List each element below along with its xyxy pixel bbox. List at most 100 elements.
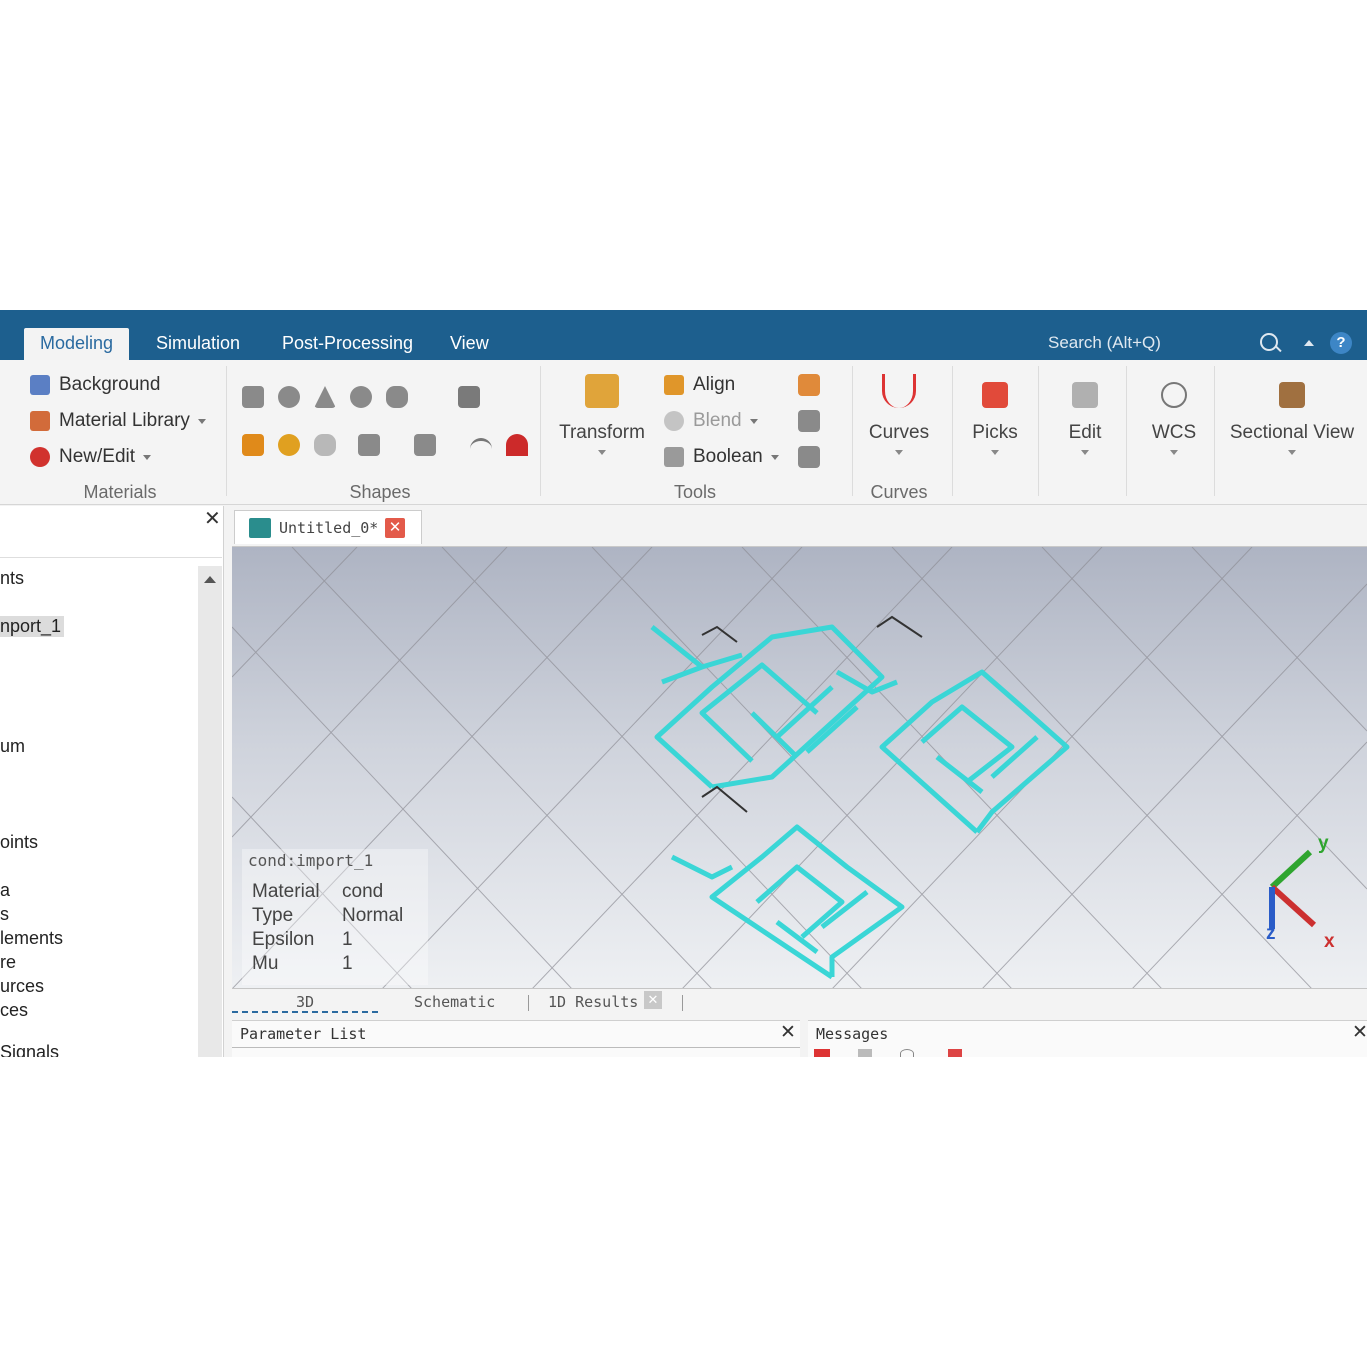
face-icon[interactable] (414, 434, 436, 456)
tab-post-processing[interactable]: Post-Processing (282, 328, 413, 360)
torus-icon[interactable] (350, 386, 372, 408)
tab-modeling[interactable]: Modeling (24, 328, 130, 360)
chevron-down-icon (991, 450, 999, 455)
cst-studio-window: Modeling Simulation Post-Processing View… (0, 310, 1367, 1057)
scroll-up-icon[interactable] (204, 576, 216, 583)
cylinder-icon[interactable] (386, 386, 408, 408)
view-tabs: 3D Schematic 1D Results ✕ (232, 988, 1367, 1016)
help-icon[interactable]: ? (1330, 332, 1352, 354)
loft-icon[interactable] (314, 434, 336, 456)
blend-button[interactable]: Blend (664, 410, 758, 432)
chevron-down-icon (770, 454, 779, 460)
close-1d-results-icon[interactable]: ✕ (644, 991, 662, 1009)
tree-item-components[interactable]: nts (0, 568, 24, 589)
tree-item-elements[interactable]: lements (0, 928, 63, 949)
boolean-button[interactable]: Boolean (664, 446, 779, 468)
group-label-tools: Tools (673, 482, 717, 502)
transform-button[interactable]: Transform (554, 374, 650, 455)
cone-icon[interactable] (314, 386, 336, 408)
axes-gizmo (1269, 849, 1317, 929)
tree-item-signals[interactable]: Signals (0, 1042, 59, 1057)
tree-item-ces[interactable]: ces (0, 1000, 28, 1021)
close-tab-icon[interactable]: ✕ (385, 518, 405, 538)
clear-messages-icon[interactable] (948, 1049, 962, 1057)
sectional-view-icon (1279, 382, 1305, 408)
3d-viewport[interactable]: y x z cond:import_1 Material cond Type N… (232, 546, 1367, 988)
extrude-curve-icon[interactable] (242, 434, 264, 456)
messages-panel: Messages ✕ (808, 1020, 1367, 1057)
view-tab-schematic[interactable]: Schematic (414, 993, 495, 1011)
tree-item-s[interactable]: s (0, 904, 9, 925)
curves-button[interactable]: Curves (862, 374, 936, 455)
edit-button[interactable]: Edit (1052, 382, 1118, 455)
search-input[interactable]: Search (Alt+Q) (1048, 330, 1288, 356)
info-key-type: Type (252, 905, 294, 926)
document-tab-label: Untitled_0* (279, 519, 379, 537)
error-filter-icon[interactable] (814, 1049, 830, 1057)
tab-view[interactable]: View (450, 328, 489, 360)
tab-simulation[interactable]: Simulation (156, 328, 240, 360)
chevron-down-icon (895, 450, 903, 455)
rotate-shape-icon[interactable] (278, 434, 300, 456)
align-button[interactable]: Align (664, 374, 735, 396)
tree-item-re[interactable]: re (0, 952, 16, 973)
new-edit-material-button[interactable]: New/Edit (30, 446, 152, 468)
background-icon (30, 375, 50, 395)
document-tab[interactable]: Untitled_0* ✕ (234, 510, 422, 544)
info-title: cond:import_1 (248, 851, 374, 870)
group-separator (226, 366, 227, 496)
object-info-overlay: cond:import_1 Material cond Type Normal … (242, 849, 428, 985)
tree-filter[interactable] (0, 534, 222, 558)
extrude-icon[interactable] (458, 386, 480, 408)
chevron-down-icon (598, 450, 606, 455)
shell-icon[interactable] (358, 434, 380, 456)
shape-tools-icon[interactable] (798, 446, 820, 468)
wcs-icon (1161, 382, 1187, 408)
tree-item-a[interactable]: a (0, 880, 10, 901)
info-filter-icon[interactable] (900, 1049, 914, 1057)
curves-icon (882, 374, 916, 408)
close-icon[interactable]: ✕ (204, 506, 221, 531)
sphere-icon[interactable] (278, 386, 300, 408)
tree-item-vacuum[interactable]: um (0, 736, 25, 757)
chevron-down-icon (197, 418, 206, 424)
tree-scrollbar[interactable] (198, 566, 222, 1057)
group-separator (1038, 366, 1039, 496)
close-icon[interactable]: ✕ (780, 1021, 796, 1044)
tree-item-import-1[interactable]: nport_1 (0, 616, 65, 637)
material-library-icon (30, 411, 50, 431)
chevron-down-icon (749, 418, 758, 424)
curve-shape-icon[interactable] (470, 438, 492, 460)
material-library-button[interactable]: Material Library (30, 410, 206, 432)
tab-separator (528, 995, 529, 1011)
parameter-list-panel: Parameter List ✕ (232, 1020, 800, 1057)
chevron-down-icon (1170, 450, 1178, 455)
wcs-button[interactable]: WCS (1140, 382, 1208, 455)
view-tab-3d[interactable]: 3D (232, 993, 378, 1013)
chevron-down-icon (143, 454, 152, 460)
sectional-view-button[interactable]: Sectional View (1224, 382, 1360, 455)
brick-icon[interactable] (242, 386, 264, 408)
mirror-icon[interactable] (798, 374, 820, 396)
parameter-list-title: Parameter List (240, 1025, 367, 1043)
search-icon[interactable] (1260, 333, 1278, 351)
imprint-icon[interactable] (798, 410, 820, 432)
chevron-down-icon (1288, 450, 1296, 455)
info-value-mu: 1 (342, 953, 353, 974)
info-value-material: cond (342, 881, 384, 902)
group-separator (952, 366, 953, 496)
close-icon[interactable]: ✕ (1352, 1021, 1367, 1044)
info-value-epsilon: 1 (342, 929, 353, 950)
picks-button[interactable]: Picks (962, 382, 1028, 455)
bend-icon[interactable] (506, 434, 528, 456)
background-button[interactable]: Background (30, 374, 160, 396)
blend-icon (664, 411, 684, 431)
warning-filter-icon[interactable] (858, 1049, 872, 1057)
tree-item-points[interactable]: oints (0, 832, 38, 853)
search-placeholder: Search (Alt+Q) (1048, 333, 1161, 352)
group-label-curves: Curves (870, 482, 928, 502)
navigation-tree: ✕ nts nport_1 um oints a s lements re ur… (0, 506, 224, 1057)
view-tab-1d-results[interactable]: 1D Results (548, 993, 638, 1011)
tree-item-sources[interactable]: urces (0, 976, 44, 997)
collapse-ribbon-icon[interactable] (1304, 340, 1314, 346)
